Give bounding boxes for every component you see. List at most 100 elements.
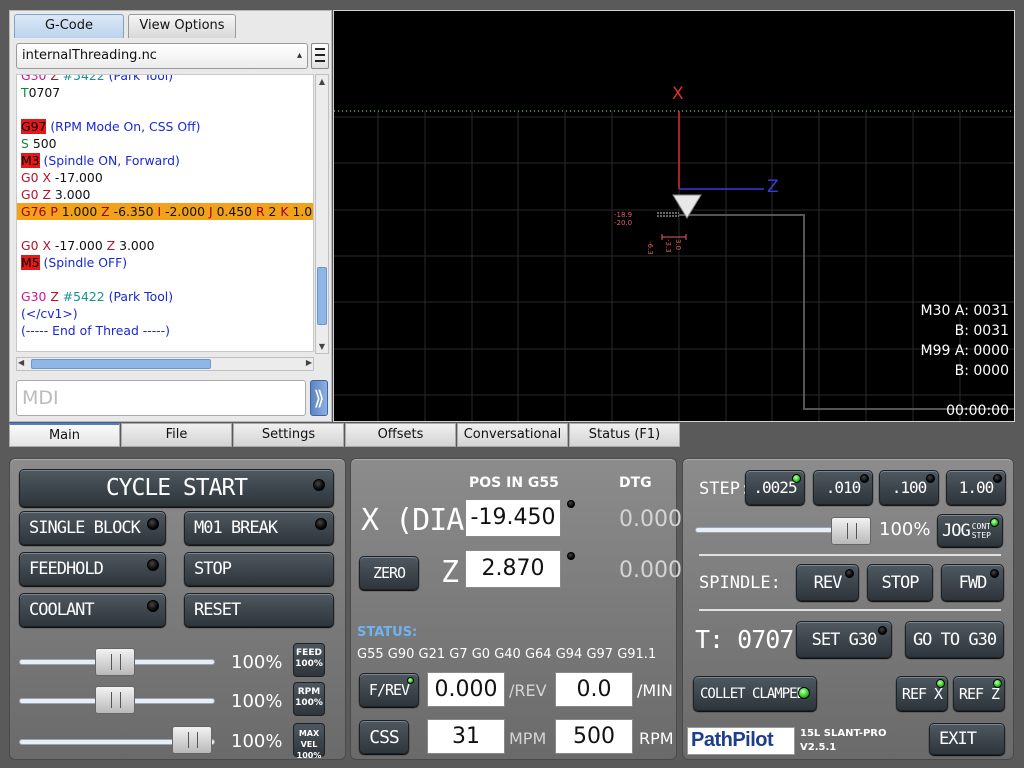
x-position-field[interactable]: -19.450: [465, 499, 561, 537]
file-menu-button[interactable]: [311, 43, 329, 69]
gcode-line[interactable]: S 500: [17, 135, 313, 152]
tab-offsets[interactable]: Offsets: [345, 423, 456, 447]
collet-button[interactable]: COLLET CLAMPED: [693, 676, 817, 711]
rpm-slider-knob[interactable]: [95, 686, 135, 714]
gcode-token: (Park Tool): [108, 289, 174, 304]
ref-z-button[interactable]: REF Z: [953, 676, 1005, 711]
frev-label: F/REV: [368, 681, 410, 699]
maxvel-val: 100%: [296, 751, 322, 760]
gcode-line[interactable]: [17, 271, 313, 288]
dtg-header: DTG: [619, 475, 652, 491]
spindle-rev-button[interactable]: REV: [796, 564, 859, 601]
maxvel-override-button[interactable]: MAX VEL 100%: [293, 723, 325, 760]
step-100-button[interactable]: .100: [879, 470, 939, 505]
gcode-line[interactable]: M5 (Spindle OFF): [17, 254, 313, 271]
file-select[interactable]: internalThreading.nc ▴▾: [16, 43, 308, 85]
exit-button[interactable]: EXIT: [929, 723, 1005, 755]
gcode-line[interactable]: G0 X -17.000 Z 3.000: [17, 237, 313, 254]
tab-conversational[interactable]: Conversational: [457, 423, 568, 447]
gcode-line[interactable]: T0707: [17, 84, 313, 101]
gcode-token: (RPM Mode On, CSS Off): [46, 119, 201, 134]
scroll-left-icon[interactable]: ◀: [18, 358, 24, 367]
m99-b-counter: B: 0000: [954, 363, 1009, 379]
gcode-line[interactable]: (</cv1>): [17, 305, 313, 322]
gcode-line[interactable]: G30 Z #5422 (Park Tool): [17, 288, 313, 305]
spindle-fwd-button[interactable]: FWD: [941, 564, 1004, 601]
feed-per-min-field[interactable]: 0.0: [555, 672, 633, 707]
scroll-thumb[interactable]: [317, 267, 327, 325]
tab-gcode[interactable]: G-Code: [14, 14, 124, 38]
feed-per-rev-field[interactable]: 0.000: [427, 672, 505, 707]
tab-main[interactable]: Main: [9, 423, 120, 447]
spindle-rpm-field[interactable]: 500: [555, 719, 633, 754]
gcode-panel: G-Code View Options internalThreading.nc…: [9, 10, 332, 422]
gcode-token: X: [42, 170, 55, 185]
feedhold-button[interactable]: FEEDHOLD: [19, 552, 166, 586]
scroll-up-icon[interactable]: ▲: [316, 75, 328, 88]
gcode-token: #5422: [62, 74, 109, 83]
feed-label: FEED: [296, 648, 322, 658]
css-field[interactable]: 31: [427, 719, 505, 754]
machine-control-panel: CYCLE START SINGLE BLOCK M01 BREAK FEEDH…: [9, 458, 346, 760]
ref-x-button[interactable]: REF X: [896, 676, 948, 711]
rpm-override-button[interactable]: RPM 100%: [293, 682, 325, 716]
cycle-start-label: CYCLE START: [105, 475, 248, 501]
gcode-token: R: [255, 204, 269, 219]
horizontal-scrollbar[interactable]: ◀ ▶: [16, 357, 314, 371]
gcode-line[interactable]: (----- End of Thread -----): [17, 322, 313, 339]
gcode-line[interactable]: G30 Z #5422 (Park Tool): [17, 74, 313, 84]
step-010-button[interactable]: .010: [813, 470, 873, 505]
zero-button[interactable]: ZERO: [359, 556, 419, 590]
scroll-right-icon[interactable]: ▶: [306, 358, 312, 367]
single-block-led: [147, 518, 159, 530]
coolant-button[interactable]: COOLANT: [19, 593, 166, 627]
set-g30-button[interactable]: SET G30: [796, 621, 892, 658]
vertical-scrollbar[interactable]: ▲ ▼: [315, 74, 329, 354]
cycle-start-button[interactable]: CYCLE START: [19, 469, 334, 507]
jog-mode-button[interactable]: JOG CONT STEP: [937, 514, 1003, 547]
gcode-token: T: [21, 85, 29, 100]
rpm-val: 100%: [295, 698, 323, 708]
gcode-line[interactable]: G0 X -17.000: [17, 169, 313, 186]
step-0025-button[interactable]: .0025: [745, 470, 805, 505]
m01-break-button[interactable]: M01 BREAK: [184, 511, 334, 545]
step-100-inch-button[interactable]: 1.00: [946, 470, 1006, 505]
gcode-line[interactable]: G97 (RPM Mode On, CSS Off): [17, 118, 313, 135]
gcode-line[interactable]: M3 (Spindle ON, Forward): [17, 152, 313, 169]
gcode-line[interactable]: [17, 220, 313, 237]
jog-slider-knob[interactable]: [831, 517, 871, 545]
tab-settings[interactable]: Settings: [233, 423, 344, 447]
css-button[interactable]: CSS: [359, 720, 409, 754]
cycle-timer: 00:00:00: [946, 403, 1009, 419]
tab-status[interactable]: Status (F1): [569, 423, 680, 447]
tab-file[interactable]: File: [121, 423, 232, 447]
scroll-down-icon[interactable]: ▼: [316, 340, 328, 353]
single-block-button[interactable]: SINGLE BLOCK: [19, 511, 166, 545]
go-to-g30-button[interactable]: GO TO G30: [905, 621, 1004, 658]
gcode-token: G0: [21, 170, 43, 185]
step-100-led: [926, 474, 935, 483]
gcode-token: Z: [50, 289, 63, 304]
feed-slider-knob[interactable]: [95, 648, 135, 676]
gcode-line[interactable]: G0 Z 3.000: [17, 186, 313, 203]
toolpath-viewer[interactable]: X Z -18.9 -20.0 -6.3 -3.3 3.0 M30 A: 0031…: [333, 10, 1015, 422]
gcode-token: Z: [106, 238, 120, 253]
tab-view-options[interactable]: View Options: [128, 14, 236, 38]
mdi-expand-button[interactable]: ⟫: [310, 380, 328, 416]
gcode-token: G0: [21, 187, 43, 202]
feed-override-button[interactable]: FEED 100%: [293, 643, 325, 677]
spindle-stop-button[interactable]: STOP: [867, 564, 933, 601]
gcode-line[interactable]: [17, 101, 313, 118]
m01-break-led: [315, 518, 327, 530]
m01-break-label: M01 BREAK: [194, 518, 278, 538]
stop-button[interactable]: STOP: [184, 552, 334, 586]
mdi-input[interactable]: MDI: [16, 380, 306, 416]
maxvel-slider-knob[interactable]: [172, 726, 212, 754]
gcode-line-current[interactable]: G76 P 1.000 Z -6.350 I -2.000 J 0.450 R …: [17, 203, 313, 220]
reset-button[interactable]: RESET: [184, 593, 334, 627]
hscroll-thumb[interactable]: [31, 359, 211, 369]
z-position-field[interactable]: 2.870: [465, 550, 561, 588]
gcode-editor[interactable]: G30 Z #5422 (Park Tool) T0707 G97 (RPM Mo…: [16, 74, 314, 352]
frev-button[interactable]: F/REV: [359, 673, 419, 707]
step-0025-led: [792, 474, 801, 483]
